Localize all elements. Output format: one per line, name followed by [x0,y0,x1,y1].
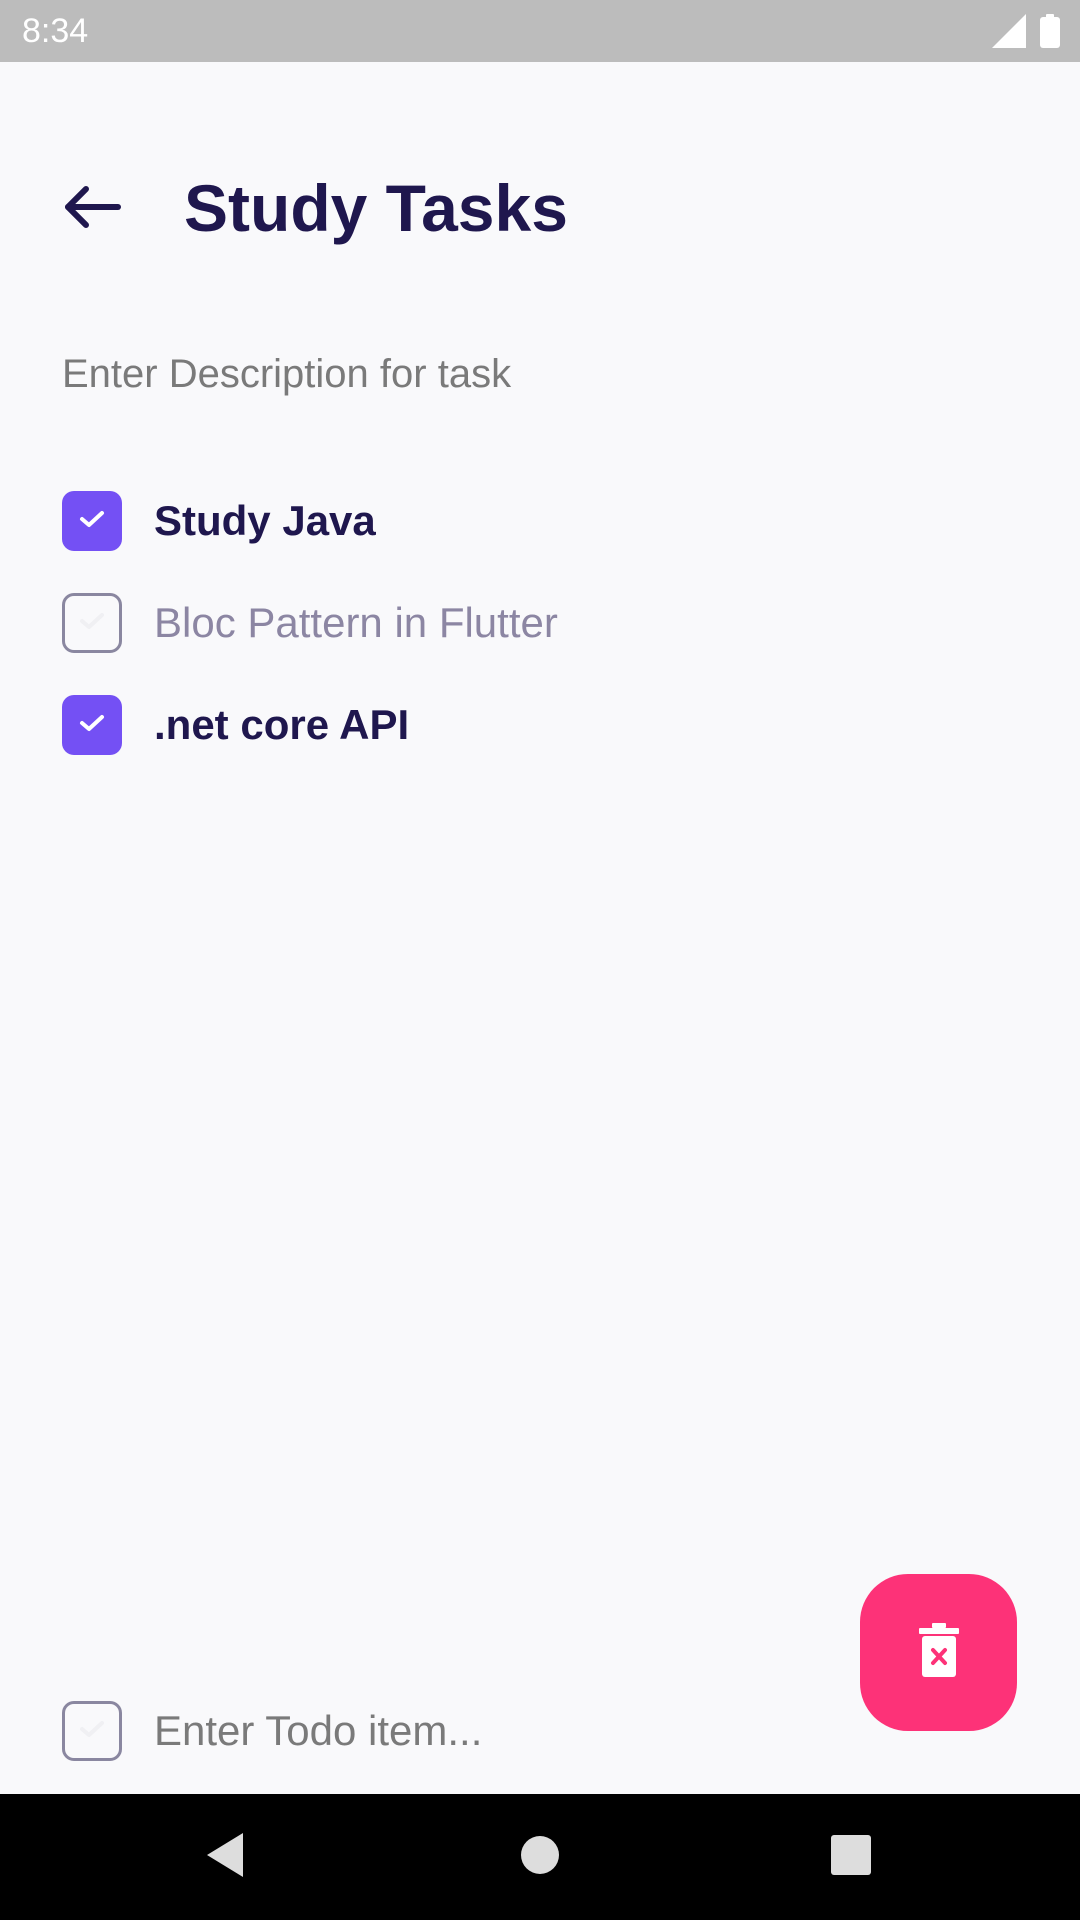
check-icon [79,713,105,738]
task-item[interactable]: Study Java [62,490,1012,552]
back-triangle-icon [203,1831,247,1884]
back-button[interactable] [52,174,132,244]
check-icon [79,611,105,636]
check-icon [79,509,105,534]
task-item[interactable]: Bloc Pattern in Flutter [62,592,1012,654]
task-label: .net core API [154,701,410,748]
nav-home-button[interactable] [507,1824,573,1890]
page-title: Study Tasks [184,171,568,245]
new-todo-row [62,1700,842,1762]
navigation-bar [0,1794,1080,1920]
status-time: 8:34 [22,12,89,50]
home-circle-icon [520,1835,560,1880]
status-bar: 8:34 [0,0,1080,62]
battery-icon [1040,14,1060,53]
task-list: Study Java Bloc Pattern in Flutter .net … [62,490,1012,796]
nav-back-button[interactable] [192,1824,258,1890]
arrow-left-icon [62,185,122,234]
description-input[interactable] [62,344,962,404]
check-icon [79,1719,105,1744]
task-item[interactable]: .net core API [62,694,1012,756]
delete-button[interactable] [860,1574,1017,1731]
delete-icon [918,1623,959,1682]
task-checkbox[interactable] [62,593,122,653]
status-icons [992,14,1060,53]
task-label: Study Java [154,497,376,544]
new-todo-input[interactable] [154,1707,834,1755]
new-todo-checkbox[interactable] [62,1701,122,1761]
signal-icon [992,14,1026,53]
nav-recents-button[interactable] [818,1824,884,1890]
task-label: Bloc Pattern in Flutter [154,599,558,646]
task-checkbox[interactable] [62,695,122,755]
task-checkbox[interactable] [62,491,122,551]
recents-square-icon [831,1834,871,1880]
